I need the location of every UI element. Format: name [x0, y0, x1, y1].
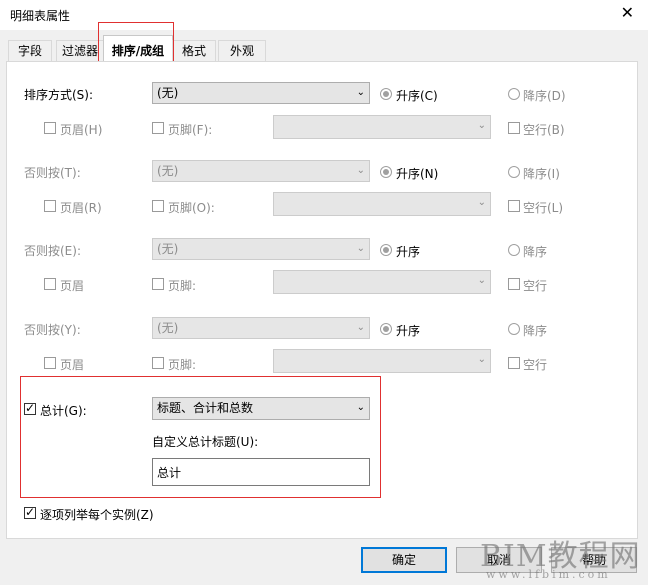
then-by-2-blank-label: 空行: [523, 279, 548, 293]
then-by-2-blank-checkbox[interactable]: [508, 278, 520, 290]
then-by-1-asc-radio[interactable]: [380, 166, 392, 178]
then-by-1-header-label: 页眉(R): [60, 201, 102, 215]
then-by-3-desc-radio[interactable]: [508, 323, 520, 335]
chevron-down-icon: ⌄: [356, 243, 365, 254]
then-by-1-desc-label: 降序(I): [523, 167, 560, 181]
then-by-1-value: (无): [157, 164, 179, 178]
then-by-3-header-checkbox[interactable]: [44, 357, 56, 369]
chevron-down-icon: ⌄: [477, 197, 486, 208]
then-by-2-footer-checkbox[interactable]: [152, 278, 164, 290]
then-by-3-select[interactable]: (无) ⌄: [152, 317, 370, 339]
chevron-down-icon: ⌄: [477, 275, 486, 286]
tab-filter[interactable]: 过滤器: [56, 40, 104, 62]
then-by-1-asc-label: 升序(N): [396, 167, 439, 181]
then-by-1-desc-radio[interactable]: [508, 166, 520, 178]
sort-by-desc-radio[interactable]: [508, 88, 520, 100]
sort-by-blank-label: 空行(B): [523, 123, 565, 137]
then-by-3-asc-radio[interactable]: [380, 323, 392, 335]
custom-title-label: 自定义总计标题(U):: [152, 435, 259, 449]
chevron-down-icon: ⌄: [477, 120, 486, 131]
sort-by-footer-checkbox[interactable]: [152, 122, 164, 134]
then-by-3-footer-label: 页脚:: [168, 358, 197, 372]
then-by-2-footer-label: 页脚:: [168, 279, 197, 293]
then-by-3-asc-label: 升序: [396, 324, 421, 338]
then-by-3-footer-checkbox[interactable]: [152, 357, 164, 369]
then-by-2-desc-label: 降序: [523, 245, 548, 259]
sort-by-asc-radio[interactable]: [380, 88, 392, 100]
then-by-1-blank-checkbox[interactable]: [508, 200, 520, 212]
ok-button[interactable]: 确定: [361, 547, 447, 573]
sort-by-footer-select[interactable]: ⌄: [273, 115, 491, 139]
then-by-1-footer-checkbox[interactable]: [152, 200, 164, 212]
watermark-url: www.lfbim.com: [486, 568, 611, 581]
sort-by-label: 排序方式(S):: [24, 88, 94, 102]
then-by-2-asc-radio[interactable]: [380, 244, 392, 256]
then-by-1-blank-label: 空行(L): [523, 201, 564, 215]
chevron-down-icon: ⌄: [356, 165, 365, 176]
then-by-1-select[interactable]: (无) ⌄: [152, 160, 370, 182]
then-by-3-label: 否则按(Y):: [24, 323, 81, 337]
grand-total-label: 总计(G):: [40, 404, 87, 418]
then-by-2-label: 否则按(E):: [24, 244, 81, 258]
then-by-3-header-label: 页眉: [60, 358, 85, 372]
close-icon[interactable]: ✕: [621, 3, 634, 22]
sort-by-asc-label: 升序(C): [396, 89, 438, 103]
sort-by-footer-label: 页脚(F):: [168, 123, 213, 137]
sort-by-blank-checkbox[interactable]: [508, 122, 520, 134]
grand-total-checkbox[interactable]: [24, 401, 36, 415]
sort-by-desc-label: 降序(D): [523, 89, 566, 103]
then-by-1-header-checkbox[interactable]: [44, 200, 56, 212]
itemize-checkbox[interactable]: [24, 505, 36, 519]
then-by-2-header-label: 页眉: [60, 279, 85, 293]
then-by-3-blank-label: 空行: [523, 358, 548, 372]
tab-formatting[interactable]: 格式: [172, 40, 216, 62]
sort-by-value: (无): [157, 86, 179, 100]
then-by-1-label: 否则按(T):: [24, 166, 81, 180]
sort-by-select[interactable]: (无) ⌄: [152, 82, 370, 104]
then-by-2-select[interactable]: (无) ⌄: [152, 238, 370, 260]
then-by-2-asc-label: 升序: [396, 245, 421, 259]
then-by-3-blank-checkbox[interactable]: [508, 357, 520, 369]
chevron-down-icon: ⌄: [356, 322, 365, 333]
then-by-2-header-checkbox[interactable]: [44, 278, 56, 290]
custom-title-input[interactable]: 总计: [152, 458, 370, 486]
chevron-down-icon: ⌄: [477, 354, 486, 365]
sort-by-header-label: 页眉(H): [60, 123, 103, 137]
grand-total-value: 标题、合计和总数: [157, 401, 254, 415]
tab-fields[interactable]: 字段: [8, 40, 52, 62]
sort-by-header-checkbox[interactable]: [44, 122, 56, 134]
tab-appearance[interactable]: 外观: [218, 40, 266, 62]
itemize-label: 逐项列举每个实例(Z): [40, 508, 154, 522]
then-by-3-footer-select[interactable]: ⌄: [273, 349, 491, 373]
chevron-down-icon: ⌄: [356, 402, 365, 413]
then-by-3-value: (无): [157, 321, 179, 335]
then-by-1-footer-label: 页脚(O):: [168, 201, 215, 215]
window-title: 明细表属性: [10, 9, 71, 23]
then-by-2-footer-select[interactable]: ⌄: [273, 270, 491, 294]
grand-total-select[interactable]: 标题、合计和总数 ⌄: [152, 397, 370, 420]
chevron-down-icon: ⌄: [356, 87, 365, 98]
then-by-3-desc-label: 降序: [523, 324, 548, 338]
then-by-2-value: (无): [157, 242, 179, 256]
then-by-1-footer-select[interactable]: ⌄: [273, 192, 491, 216]
then-by-2-desc-radio[interactable]: [508, 244, 520, 256]
